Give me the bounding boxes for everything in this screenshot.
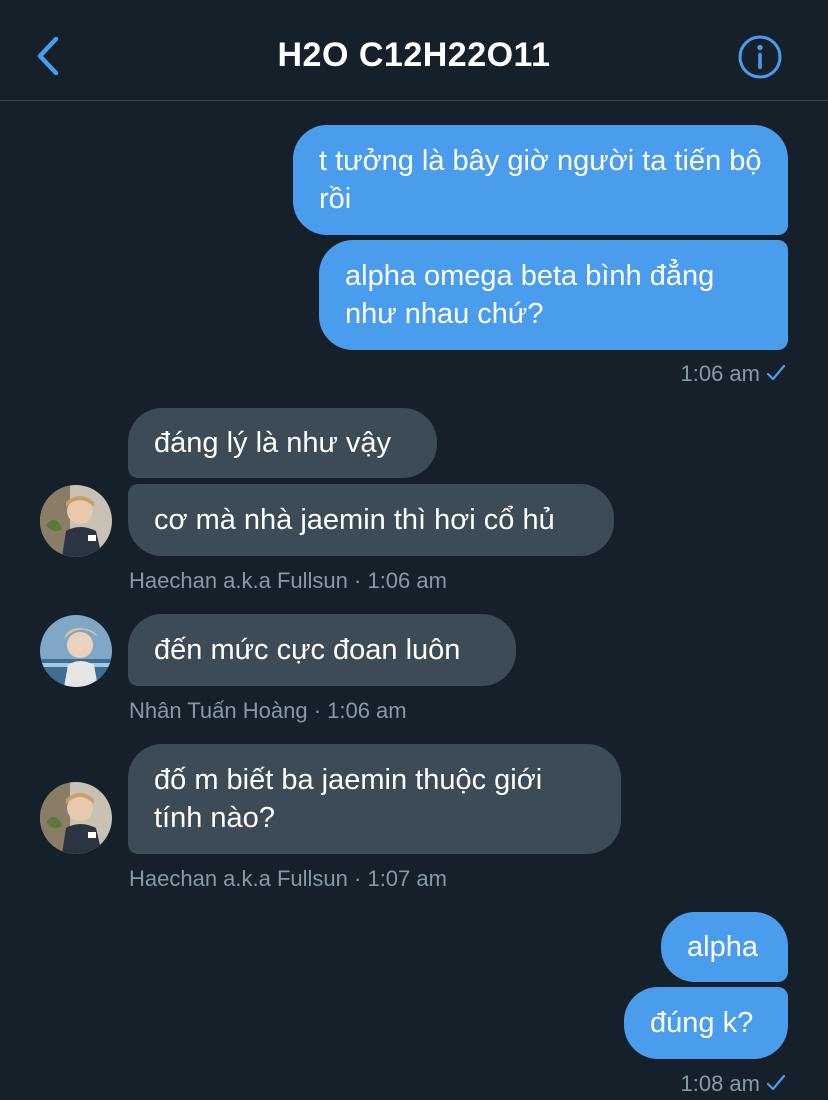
- message-text: alpha: [687, 931, 758, 963]
- message-bubble-incoming[interactable]: đố m biết ba jaemin thuộc giới tính nào?: [128, 744, 621, 854]
- message-text: đúng k?: [650, 1007, 754, 1039]
- message-text: đáng lý là như vậy: [154, 427, 392, 459]
- message-text: alpha omega beta bình đẳng như nhau chứ?: [345, 260, 715, 330]
- message-bubble-incoming[interactable]: cơ mà nhà jaemin thì hơi cổ hủ: [128, 484, 614, 556]
- message-timestamp: 1:08 am: [681, 1071, 787, 1097]
- avatar[interactable]: [40, 782, 112, 854]
- message-bubble-outgoing[interactable]: alpha omega beta bình đẳng như nhau chứ?: [319, 240, 788, 350]
- message-text: cơ mà nhà jaemin thì hơi cổ hủ: [154, 504, 555, 536]
- avatar[interactable]: [40, 485, 112, 557]
- sent-check-icon: [766, 364, 786, 381]
- message-text: đến mức cực đoan luôn: [154, 634, 461, 666]
- message-sender-meta: Haechan a.k.a Fullsun · 1:06 am: [129, 568, 447, 593]
- timestamp-text: 1:08 am: [680, 1071, 761, 1096]
- chat-header: H2O C12H22O11: [0, 0, 828, 101]
- message-text: đố m biết ba jaemin thuộc giới tính nào?: [154, 764, 543, 834]
- avatar-image: [40, 782, 112, 854]
- message-sender-meta: Haechan a.k.a Fullsun · 1:07 am: [129, 866, 447, 891]
- message-bubble-outgoing[interactable]: đúng k?: [624, 987, 788, 1059]
- message-bubble-incoming[interactable]: đáng lý là như vậy: [128, 408, 437, 478]
- avatar-image: [40, 485, 112, 557]
- avatar[interactable]: [40, 615, 112, 687]
- message-sender-meta: Nhân Tuấn Hoàng · 1:06 am: [129, 698, 407, 723]
- message-bubble-outgoing[interactable]: alpha: [661, 912, 788, 982]
- sent-check-icon: [766, 1074, 786, 1091]
- message-timestamp: 1:06 am: [681, 361, 787, 387]
- message-text: t tưởng là bây giờ người ta tiến bộ rồi: [319, 145, 762, 215]
- conversation-title[interactable]: H2O C12H22O11: [0, 36, 828, 75]
- info-button[interactable]: [737, 34, 783, 80]
- message-bubble-incoming[interactable]: đến mức cực đoan luôn: [128, 614, 516, 686]
- timestamp-text: 1:06 am: [680, 361, 761, 386]
- info-icon: [738, 35, 782, 79]
- avatar-image: [40, 615, 112, 687]
- message-bubble-outgoing[interactable]: t tưởng là bây giờ người ta tiến bộ rồi: [293, 125, 788, 235]
